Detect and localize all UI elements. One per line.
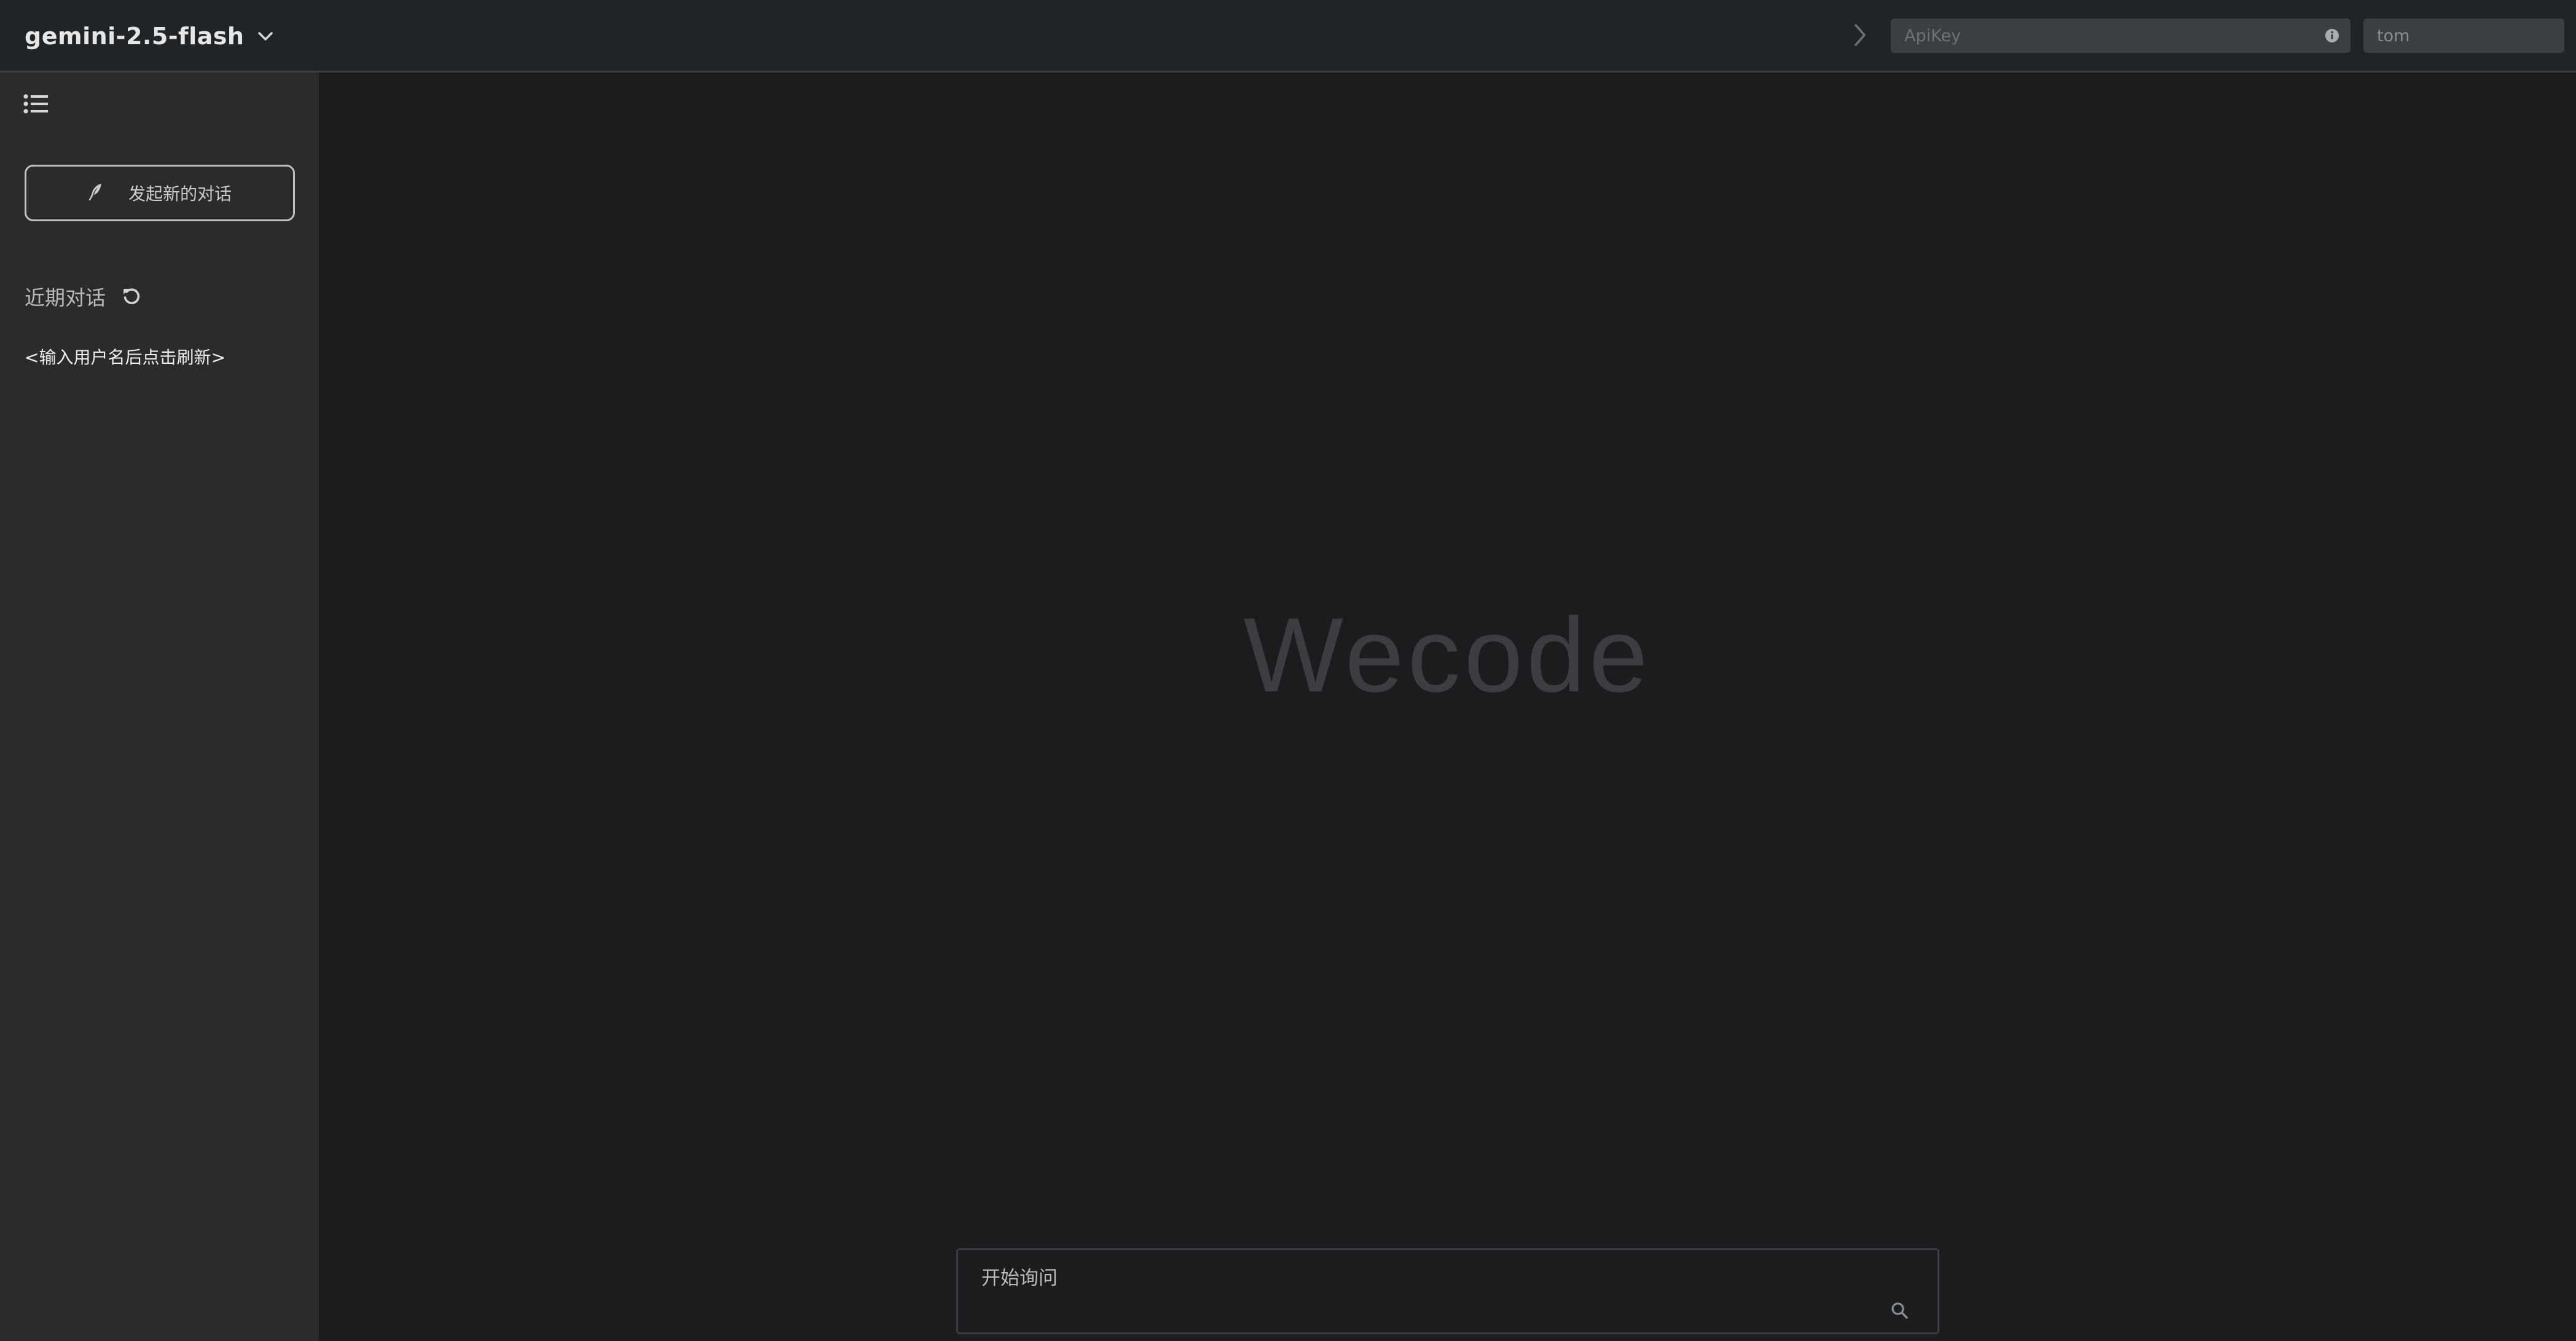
sidebar: 发起新的对话 近期对话 <输入用户名后点击刷新> bbox=[0, 73, 319, 1341]
chevron-right-icon[interactable] bbox=[1845, 20, 1875, 50]
chat-input[interactable] bbox=[958, 1250, 1938, 1332]
apikey-field-wrapper bbox=[1891, 18, 2350, 53]
app-window: gemini-2.5-flash ApiKey tom 发起新的对话 近期对话 … bbox=[0, 0, 2576, 1341]
username-input[interactable] bbox=[2363, 18, 2576, 53]
chevron-down-icon bbox=[257, 31, 273, 42]
username-field-wrapper bbox=[2363, 18, 2576, 53]
recent-chats-empty-hint: <输入用户名后点击刷新> bbox=[25, 347, 226, 368]
list-icon[interactable] bbox=[23, 93, 52, 118]
feather-icon bbox=[88, 183, 104, 203]
apikey-input[interactable] bbox=[1891, 18, 2314, 53]
refresh-icon[interactable] bbox=[119, 284, 144, 309]
new-chat-button[interactable]: 发起新的对话 bbox=[25, 165, 295, 221]
top-bar: gemini-2.5-flash bbox=[0, 0, 2576, 73]
brand-watermark: Wecode bbox=[1243, 596, 1652, 714]
main-content: Wecode bbox=[319, 73, 2576, 1341]
model-selector[interactable]: gemini-2.5-flash bbox=[25, 0, 273, 73]
search-icon[interactable] bbox=[1887, 1298, 1912, 1323]
recent-chats-title: 近期对话 bbox=[25, 286, 106, 310]
new-chat-label: 发起新的对话 bbox=[128, 184, 232, 204]
model-name: gemini-2.5-flash bbox=[25, 23, 245, 50]
recent-chats-header: 近期对话 bbox=[25, 281, 144, 311]
info-icon[interactable] bbox=[2314, 18, 2350, 53]
chat-composer bbox=[956, 1248, 1939, 1334]
